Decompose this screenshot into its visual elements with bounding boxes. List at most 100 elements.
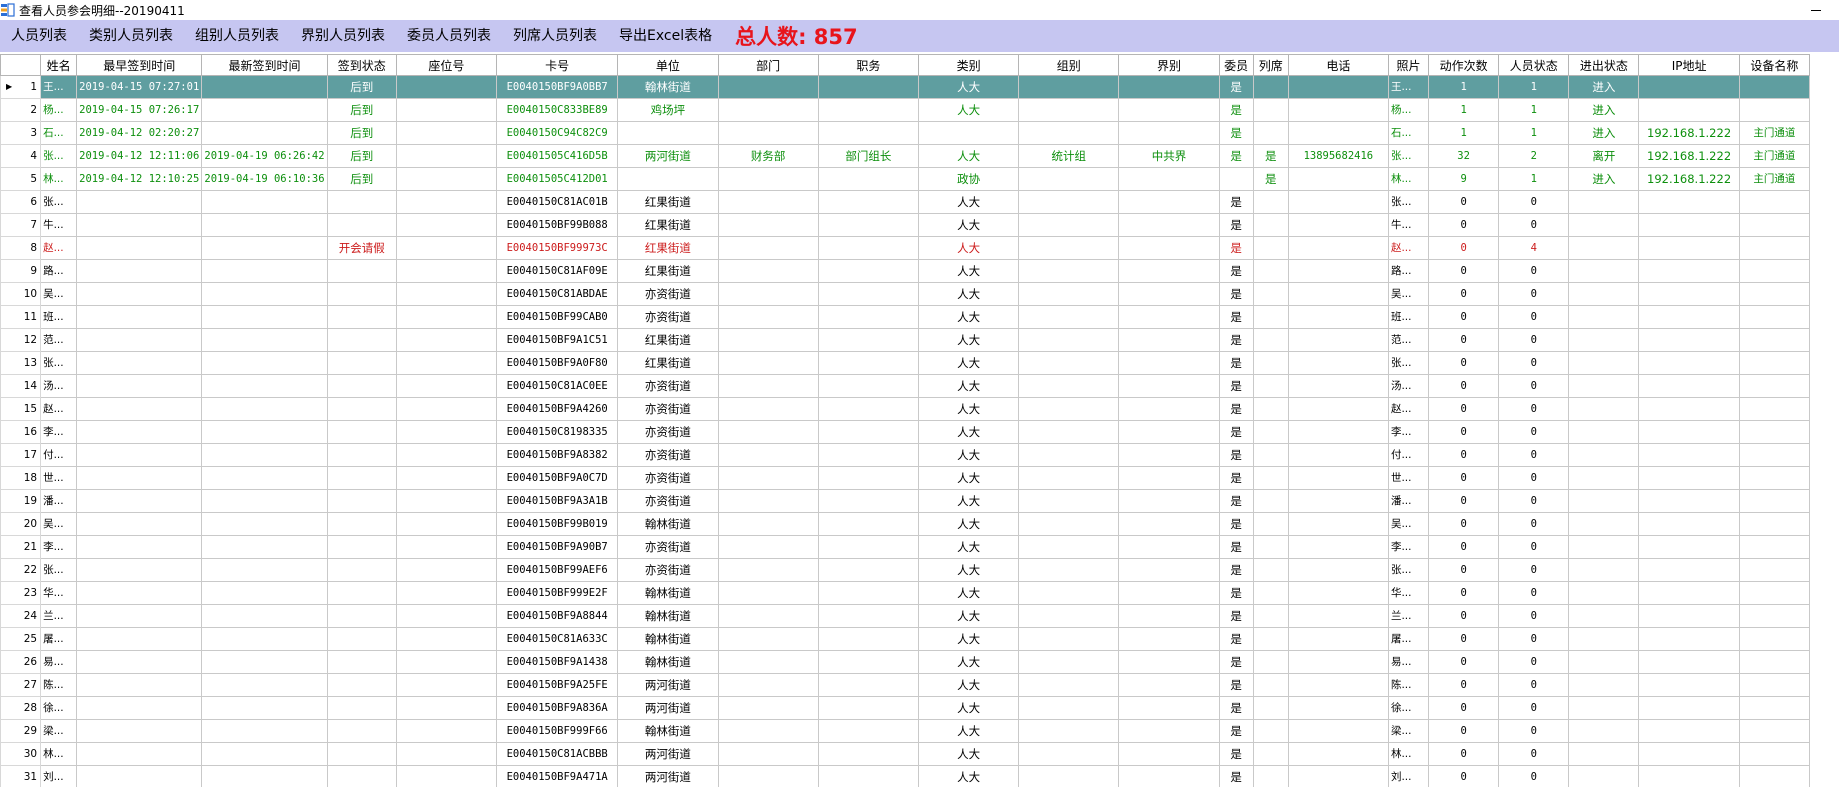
cell-card-number[interactable]: E0040150BF9A836A <box>496 696 619 720</box>
cell-member[interactable]: 是 <box>1218 305 1254 329</box>
cell-phone[interactable] <box>1287 535 1389 559</box>
cell-sector[interactable] <box>1118 121 1220 145</box>
cell-category[interactable]: 人大 <box>917 443 1020 467</box>
column-header-device-name[interactable]: 设备名称 <box>1738 54 1811 76</box>
cell-card-number[interactable]: E0040150C81AC01B <box>496 190 619 214</box>
menu-item-category-list[interactable]: 类别人员列表 <box>78 20 184 52</box>
cell-ip-address[interactable] <box>1638 719 1740 743</box>
table-row[interactable]: 28 徐... E0040150BF9A836A 两河街道 人大是徐... 0 0 <box>0 696 1811 720</box>
cell-member[interactable]: 是 <box>1218 627 1254 651</box>
row-header[interactable]: 13 <box>0 351 42 375</box>
cell-phone[interactable] <box>1287 512 1389 536</box>
cell-action-count[interactable]: 0 <box>1428 236 1500 260</box>
cell-latest-checkin[interactable] <box>201 190 328 214</box>
cell-position[interactable] <box>817 213 919 237</box>
cell-unit[interactable]: 红果街道 <box>617 190 719 214</box>
cell-action-count[interactable]: 0 <box>1428 719 1500 743</box>
cell-action-count[interactable]: 0 <box>1428 328 1500 352</box>
cell-ip-address[interactable] <box>1638 742 1740 766</box>
cell-name[interactable]: 张... <box>40 351 78 375</box>
cell-group[interactable] <box>1018 512 1120 536</box>
column-header-group[interactable]: 组别 <box>1018 54 1120 76</box>
cell-group[interactable] <box>1018 650 1120 674</box>
cell-member[interactable]: 是 <box>1218 696 1254 720</box>
cell-group[interactable] <box>1018 167 1120 191</box>
cell-card-number[interactable]: E0040150BF9A0C7D <box>496 466 619 490</box>
cell-department[interactable] <box>717 420 819 444</box>
cell-category[interactable]: 人大 <box>917 75 1020 99</box>
cell-group[interactable] <box>1018 535 1120 559</box>
cell-position[interactable] <box>817 742 919 766</box>
cell-category[interactable]: 人大 <box>917 512 1020 536</box>
table-row[interactable]: ▶ 1 王... 2019-04-15 07:27:01 后到 E0040150BF9A0… <box>0 75 1811 99</box>
column-header-person-status[interactable]: 人员状态 <box>1498 54 1570 76</box>
cell-group[interactable] <box>1018 696 1120 720</box>
cell-group[interactable] <box>1018 121 1120 145</box>
cell-unit[interactable]: 亦资街道 <box>617 466 719 490</box>
cell-attendee[interactable] <box>1252 604 1289 628</box>
cell-phone[interactable] <box>1287 351 1389 375</box>
cell-photo[interactable]: 付... <box>1387 443 1430 467</box>
column-header-position[interactable]: 职务 <box>817 54 919 76</box>
cell-name[interactable]: 陈... <box>40 673 78 697</box>
cell-position[interactable] <box>817 696 919 720</box>
cell-sector[interactable] <box>1118 673 1220 697</box>
cell-category[interactable]: 人大 <box>917 282 1020 306</box>
table-row[interactable]: 12 范... E0040150BF9A1C51 红果街道 人大是范... 0 0 <box>0 328 1811 352</box>
cell-member[interactable] <box>1218 167 1254 191</box>
cell-device-name[interactable]: 主门通道 <box>1738 144 1811 168</box>
cell-seat[interactable] <box>395 696 498 720</box>
cell-group[interactable] <box>1018 259 1120 283</box>
cell-group[interactable] <box>1018 328 1120 352</box>
row-header[interactable]: 3 <box>0 121 42 145</box>
cell-person-status[interactable]: 0 <box>1498 765 1570 787</box>
cell-latest-checkin[interactable]: 2019-04-19 06:10:36 <box>201 167 328 191</box>
cell-position[interactable] <box>817 650 919 674</box>
cell-device-name[interactable] <box>1738 236 1811 260</box>
cell-device-name[interactable] <box>1738 190 1811 214</box>
cell-position[interactable] <box>817 535 919 559</box>
cell-latest-checkin[interactable] <box>201 696 328 720</box>
cell-device-name[interactable] <box>1738 650 1811 674</box>
cell-name[interactable]: 王... <box>40 75 78 99</box>
cell-access-status[interactable]: 进入 <box>1568 98 1640 122</box>
cell-phone[interactable] <box>1287 719 1389 743</box>
cell-group[interactable] <box>1018 742 1120 766</box>
cell-position[interactable] <box>817 121 919 145</box>
cell-card-number[interactable]: E0040150BF99B019 <box>496 512 619 536</box>
cell-sector[interactable] <box>1118 558 1220 582</box>
cell-device-name[interactable] <box>1738 351 1811 375</box>
cell-sector[interactable] <box>1118 627 1220 651</box>
cell-ip-address[interactable] <box>1638 305 1740 329</box>
cell-photo[interactable]: 梁... <box>1387 719 1430 743</box>
cell-unit[interactable]: 两河街道 <box>617 673 719 697</box>
cell-unit[interactable]: 两河街道 <box>617 144 719 168</box>
cell-attendee[interactable]: 是 <box>1252 167 1289 191</box>
cell-seat[interactable] <box>395 397 498 421</box>
cell-person-status[interactable]: 1 <box>1498 75 1570 99</box>
cell-latest-checkin[interactable] <box>201 489 328 513</box>
cell-position[interactable] <box>817 75 919 99</box>
cell-phone[interactable] <box>1287 98 1389 122</box>
cell-device-name[interactable] <box>1738 627 1811 651</box>
cell-card-number[interactable]: E0040150BF9A8844 <box>496 604 619 628</box>
cell-device-name[interactable] <box>1738 328 1811 352</box>
cell-phone[interactable] <box>1287 489 1389 513</box>
cell-person-status[interactable]: 0 <box>1498 420 1570 444</box>
cell-name[interactable]: 徐... <box>40 696 78 720</box>
menu-item-member-list[interactable]: 委员人员列表 <box>396 20 502 52</box>
cell-card-number[interactable]: E00401505C416D5B <box>496 144 619 168</box>
cell-latest-checkin[interactable] <box>201 351 328 375</box>
cell-phone[interactable] <box>1287 374 1389 398</box>
cell-member[interactable]: 是 <box>1218 121 1254 145</box>
row-header[interactable]: 4 <box>0 144 42 168</box>
cell-attendee[interactable]: 是 <box>1252 144 1289 168</box>
cell-photo[interactable]: 范... <box>1387 328 1430 352</box>
cell-category[interactable]: 人大 <box>917 466 1020 490</box>
cell-latest-checkin[interactable] <box>201 443 328 467</box>
cell-checkin-status[interactable]: 开会请假 <box>326 236 397 260</box>
cell-device-name[interactable] <box>1738 512 1811 536</box>
cell-category[interactable]: 人大 <box>917 236 1020 260</box>
cell-unit[interactable]: 两河街道 <box>617 742 719 766</box>
cell-seat[interactable] <box>395 374 498 398</box>
